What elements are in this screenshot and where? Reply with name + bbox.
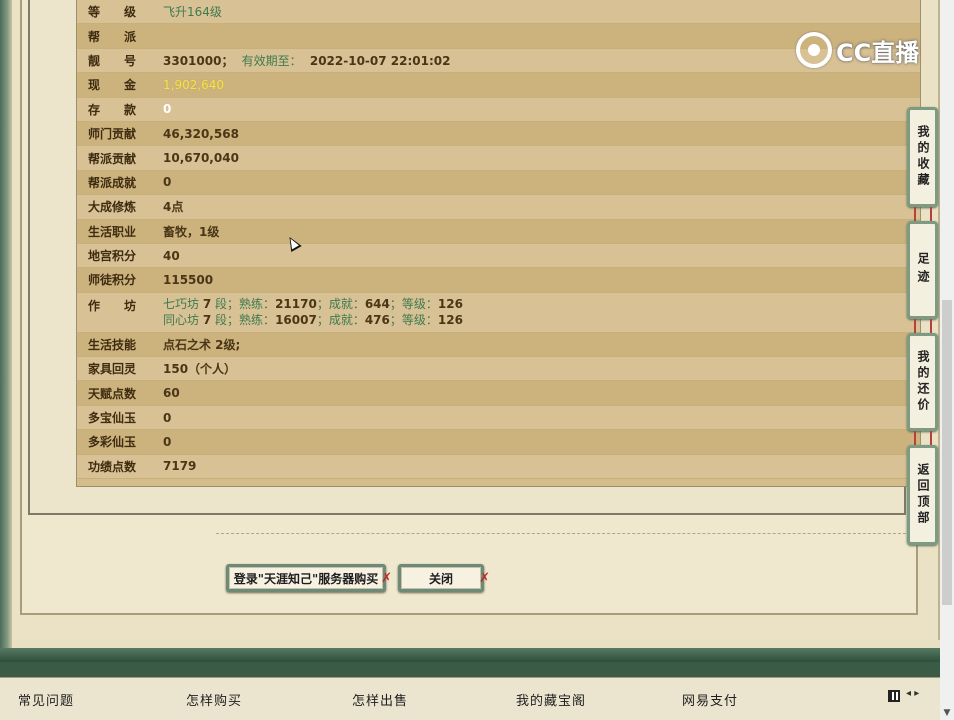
row-label: 天赋点数 xyxy=(88,386,137,401)
side-tab-back-top[interactable]: 返回顶部 xyxy=(907,445,938,545)
table-row: 帮 派 xyxy=(77,24,920,49)
side-tab-label: 我的还价 xyxy=(916,350,930,414)
table-row: 帮派成就 0 xyxy=(77,170,920,196)
footer-link-netease-pay[interactable]: 网易支付 xyxy=(682,690,738,709)
table-row: 生活职业 畜牧，1级 xyxy=(77,219,920,244)
row-value: 3301000； 有效期至： 2022-10-07 22:01:02 xyxy=(163,52,450,69)
row-label: 多彩仙玉 xyxy=(88,435,137,450)
table-row: 地宫积分 40 xyxy=(77,243,920,269)
vanity-number: 3301000； xyxy=(163,53,234,68)
tab-connector xyxy=(914,319,932,333)
row-value: 畜牧，1级 xyxy=(163,224,220,239)
close-button[interactable]: 关闭 ✗ xyxy=(398,564,490,592)
table-row: 等 级 飞升164级 xyxy=(77,0,920,25)
expiry-label: 有效期至： xyxy=(241,53,302,68)
row-value: 点石之术 2级; xyxy=(163,337,241,352)
table-row: 靓 号 3301000； 有效期至： 2022-10-07 22:01:02 xyxy=(77,48,920,74)
row-value: 60 xyxy=(163,386,180,401)
scrollbar-thumb[interactable] xyxy=(942,300,952,605)
cash-value: 1,902,640 xyxy=(163,77,225,92)
row-label: 家具回灵 xyxy=(88,362,137,377)
side-tab-label: 返回顶部 xyxy=(916,463,930,527)
table-row: 大成修炼 4点 xyxy=(77,195,920,220)
arrows-icon: ◂ ▸ xyxy=(906,688,920,699)
row-label: 现 金 xyxy=(88,78,137,93)
footer-link-how-buy[interactable]: 怎样购买 xyxy=(186,690,242,709)
ribbon-icon: ✗ xyxy=(479,571,490,586)
row-label: 大成修炼 xyxy=(88,200,137,215)
table-row: 多彩仙玉 0 xyxy=(77,430,920,455)
table-row: 现 金 1,902,640 xyxy=(77,73,920,98)
side-tab-label: 足迹 xyxy=(916,252,930,288)
row-label: 等 级 xyxy=(88,5,137,20)
table-row: 帮派贡献 10,670,040 xyxy=(77,146,920,171)
row-value: 10,670,040 xyxy=(163,151,239,166)
row-label: 生活职业 xyxy=(88,224,137,239)
row-label: 师门贡献 xyxy=(88,127,137,142)
tab-connector xyxy=(914,431,932,445)
row-label: 多宝仙玉 xyxy=(88,411,137,426)
row-label: 帮派贡献 xyxy=(88,151,137,166)
row-value: 46,320,568 xyxy=(163,126,239,141)
row-label: 帮 派 xyxy=(88,29,137,44)
character-info-table: 等 级 飞升164级 帮 派 靓 号 3301000； 有效期至： 2022-1… xyxy=(76,0,921,487)
row-value: 飞升164级 xyxy=(163,5,222,20)
dotted-divider xyxy=(216,533,906,534)
logo-text: CC直播 xyxy=(836,38,920,67)
tab-connector xyxy=(914,207,932,221)
cc-live-logo: CC直播 xyxy=(796,30,926,70)
scroll-down-arrow-icon[interactable]: ▼ xyxy=(940,706,954,720)
row-label: 存 款 xyxy=(88,102,137,117)
row-value: 0 xyxy=(163,410,172,425)
table-row-workshop: 作 坊 七巧坊 7 段；熟练：21170；成就：644；等级：126 同心坊 7… xyxy=(77,292,920,333)
deposit-value: 0 xyxy=(163,102,172,117)
row-value: 0 xyxy=(163,175,172,190)
footer-bar xyxy=(0,662,940,678)
row-value: 0 xyxy=(163,434,172,449)
table-row: 家具回灵 150（个人） xyxy=(77,357,920,382)
row-value: 115500 xyxy=(163,272,214,287)
row-value: 7179 xyxy=(163,459,197,474)
footer-link-how-sell[interactable]: 怎样出售 xyxy=(352,690,408,709)
footer-link-my-treasure[interactable]: 我的藏宝阁 xyxy=(516,690,586,709)
side-tab-footprints[interactable]: 足迹 xyxy=(907,221,938,319)
workshop-value: 七巧坊 7 段；熟练：21170；成就：644；等级：126 同心坊 7 段；熟… xyxy=(163,296,463,328)
side-tab-favorites[interactable]: 我的收藏 xyxy=(907,107,938,207)
table-row: 多宝仙玉 0 xyxy=(77,405,920,431)
row-label: 帮派成就 xyxy=(88,175,137,190)
row-label: 地宫积分 xyxy=(88,249,137,264)
cc-logo-icon xyxy=(796,32,832,68)
qr-code-icon[interactable] xyxy=(888,690,900,702)
row-value: 40 xyxy=(163,248,180,263)
workshop-line: 七巧坊 7 段；熟练：21170；成就：644；等级：126 xyxy=(163,296,463,311)
row-label: 生活技能 xyxy=(88,337,137,352)
footer-decoration xyxy=(0,648,940,662)
workshop-line: 同心坊 7 段；熟练：16007；成就：476；等级：126 xyxy=(163,312,463,327)
close-button-label: 关闭 xyxy=(428,571,453,586)
login-button-label: 登录"天涯知己"服务器购买 xyxy=(233,571,379,586)
ribbon-icon: ✗ xyxy=(381,571,392,586)
footer-nav: 常见问题 怎样购买 怎样出售 我的藏宝阁 网易支付 ◂ ▸ xyxy=(0,678,940,720)
table-row: 功绩点数 7179 xyxy=(77,454,920,480)
table-row: 生活技能 点石之术 2级; xyxy=(77,332,920,358)
footer-link-faq[interactable]: 常见问题 xyxy=(18,690,74,709)
table-row: 天赋点数 60 xyxy=(77,381,920,406)
login-server-buy-button[interactable]: 登录"天涯知己"服务器购买 ✗ xyxy=(226,564,392,592)
table-row: 存 款 0 xyxy=(77,97,920,122)
row-value: 4点 xyxy=(163,200,184,215)
table-row: 师徒积分 115500 xyxy=(77,268,920,293)
left-border xyxy=(0,0,12,650)
side-tab-bargain[interactable]: 我的还价 xyxy=(907,333,938,431)
row-value: 150（个人） xyxy=(163,362,237,377)
table-row: 师门贡献 46,320,568 xyxy=(77,121,920,147)
row-label: 作 坊 xyxy=(88,298,137,313)
row-label: 功绩点数 xyxy=(88,459,137,474)
expiry-value: 2022-10-07 22:01:02 xyxy=(309,53,451,68)
side-tab-label: 我的收藏 xyxy=(916,125,930,189)
row-label: 靓 号 xyxy=(88,53,137,68)
row-label: 师徒积分 xyxy=(88,273,137,288)
